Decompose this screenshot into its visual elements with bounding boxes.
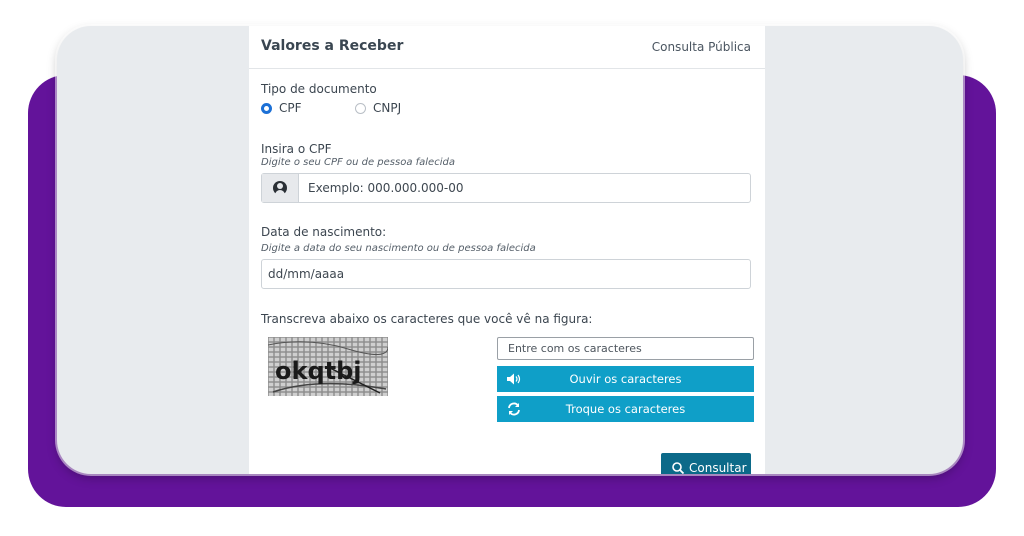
listen-captcha-label: Ouvir os caracteres [569,372,682,386]
radio-cnpj[interactable] [355,103,366,114]
captcha-text: okqtbj [275,357,362,385]
birth-date-field[interactable]: dd/mm/aaaa [261,259,751,289]
consulta-publica-link[interactable]: Consulta Pública [652,40,751,54]
cpf-label: Insira o CPF [261,142,332,156]
swap-captcha-label: Troque os caracteres [565,402,686,416]
consultar-label: Consultar [689,461,747,474]
captcha-image: okqtbj [268,337,388,396]
document-type-label: Tipo de documento [261,82,377,96]
captcha-label: Transcreva abaixo os caracteres que você… [261,312,593,326]
birth-date-label: Data de nascimento: [261,225,387,239]
cpf-hint: Digite o seu CPF ou de pessoa falecida [261,157,455,168]
radio-cpf-label[interactable]: CPF [279,101,302,115]
radio-cpf[interactable] [261,103,272,114]
radio-cnpj-label[interactable]: CNPJ [373,101,401,115]
panel-header: Valores a Receber Consulta Pública [249,26,765,69]
page-title: Valores a Receber [261,38,404,54]
cpf-input[interactable]: Exemplo: 000.000.000-00 [308,181,463,195]
consultar-button[interactable]: Consultar [661,453,751,474]
swap-captcha-button[interactable]: Troque os caracteres [497,396,754,422]
captcha-image-drawing: okqtbj [268,337,388,396]
form-panel: Valores a Receber Consulta Pública Tipo … [249,26,765,474]
birth-date-input[interactable]: dd/mm/aaaa [268,267,344,281]
search-icon [672,462,685,474]
birth-date-hint: Digite a data do seu nascimento ou de pe… [261,243,536,254]
user-circle-icon [273,181,287,195]
listen-captcha-button[interactable]: Ouvir os caracteres [497,366,754,392]
cpf-input-group[interactable]: Exemplo: 000.000.000-00 [261,173,751,203]
captcha-input[interactable]: Entre com os caracteres [508,342,642,355]
browser-screen: Valores a Receber Consulta Pública Tipo … [57,26,963,474]
cpf-addon [262,174,299,202]
captcha-input-field[interactable]: Entre com os caracteres [497,337,754,360]
